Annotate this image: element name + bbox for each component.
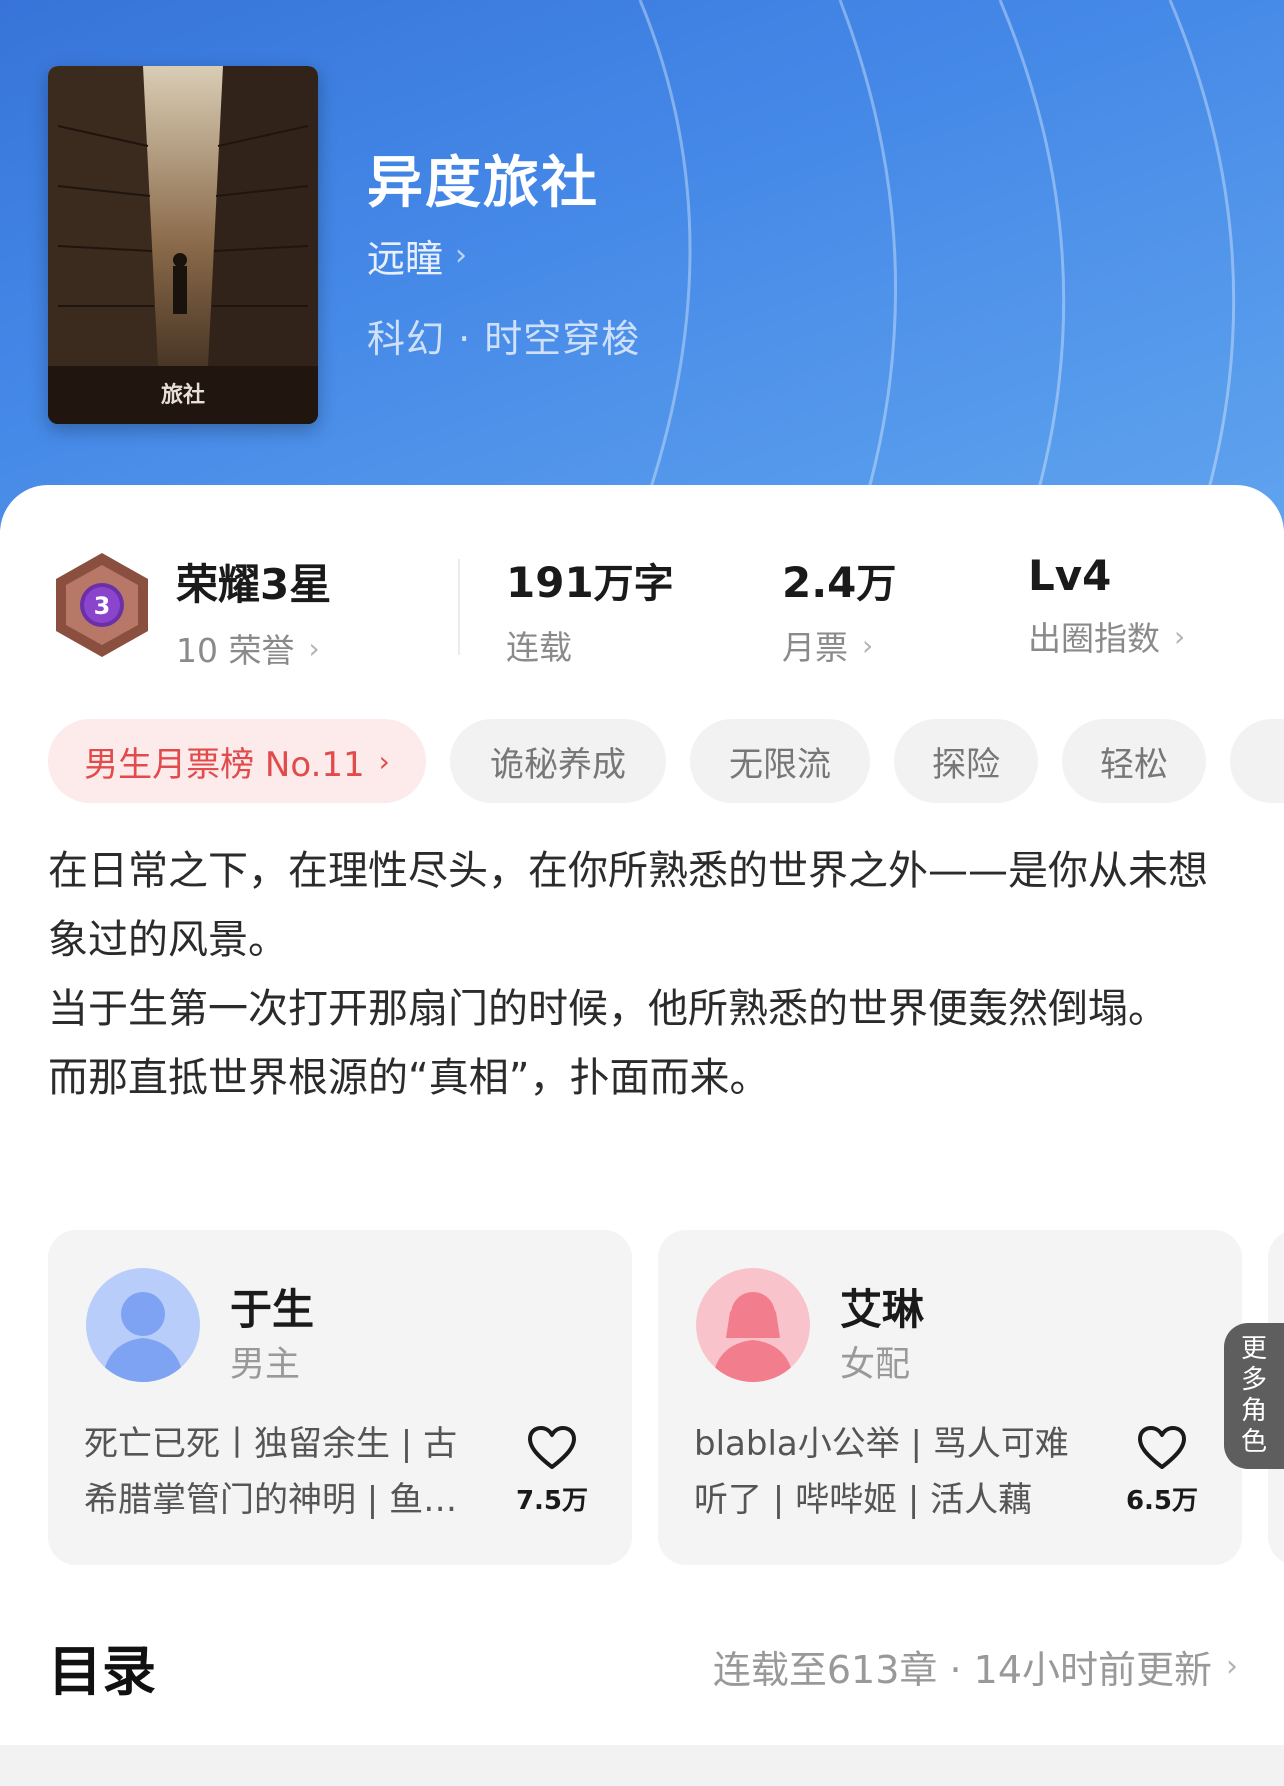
honor-badge-icon: 3 <box>56 553 148 657</box>
word-count-stat: 191万字 连载 <box>506 551 674 669</box>
synopsis-paragraph: 在日常之下，在理性尽头，在你所熟悉的世界之外——是你从未想象过的风景。 <box>48 848 1208 963</box>
divider <box>458 559 460 655</box>
more-roles-button[interactable]: 更 多 角 色 <box>1224 1323 1284 1469</box>
chevron-right-icon: › <box>455 237 468 273</box>
section-separator <box>0 1745 1284 1786</box>
role-type: 男主 <box>230 1345 301 1385</box>
book-cover[interactable]: 旅社 <box>48 66 318 424</box>
role-description: blabla小公举 | 骂人可难听了 | 哔哔姬 | 活人藕 <box>694 1424 1069 1520</box>
synopsis-paragraph: 当于生第一次打开那扇门的时候，他所熟悉的世界便轰然倒塌。 <box>48 986 1168 1032</box>
stats-row: 3 荣耀3星 10 荣誉 › 191万字 连载 2.4万 月票 › Lv4 出圈… <box>0 545 1284 670</box>
role-description: 死亡已死丨独留余生 | 古希腊掌管门的神明 | 鱼生 | 打工人 <box>84 1424 480 1520</box>
monthly-ticket-label: 月票 <box>782 628 848 667</box>
rank-tag-label: 男生月票榜 No.11 <box>84 744 365 785</box>
circle-index-label: 出圈指数 <box>1028 619 1160 658</box>
honor-stat[interactable]: 荣耀3星 10 荣誉 › <box>176 551 331 672</box>
like-button[interactable]: 6.5万 <box>1122 1426 1202 1517</box>
toc-update-info: 连载至613章 · 14小时前更新 <box>712 1648 1212 1692</box>
role-card[interactable]: 艾琳 女配 blabla小公举 | 骂人可难听了 | 哔哔姬 | 活人藕 6.5… <box>658 1230 1242 1565</box>
honor-count: 10 荣誉 <box>176 631 295 670</box>
book-header: 旅社 异度旅社 远瞳 › 科幻 · 时空穿梭 <box>0 0 1284 530</box>
role-type: 女配 <box>840 1345 911 1385</box>
heart-icon <box>1138 1426 1186 1469</box>
tag-item-partial[interactable] <box>1230 719 1284 803</box>
rank-tag[interactable]: 男生月票榜 No.11 › <box>48 719 426 803</box>
like-count: 6.5万 <box>1125 1486 1199 1516</box>
avatar <box>696 1268 810 1382</box>
toc-title: 目录 <box>48 1640 156 1703</box>
like-button[interactable]: 7.5万 <box>512 1426 592 1517</box>
monthly-ticket-value: 2.4 <box>782 558 857 607</box>
author-link[interactable]: 远瞳 › <box>367 230 468 281</box>
serial-status: 连载 <box>506 628 572 667</box>
chevron-right-icon: › <box>308 631 320 665</box>
circle-index-stat[interactable]: Lv4 出圈指数 › <box>1028 551 1185 660</box>
book-detail-card: 3 荣耀3星 10 荣誉 › 191万字 连载 2.4万 月票 › Lv4 出圈… <box>0 485 1284 1786</box>
monthly-ticket-stat[interactable]: 2.4万 月票 › <box>782 551 896 669</box>
cover-caption: 旅社 <box>161 382 205 408</box>
word-count-unit: 万字 <box>593 561 674 607</box>
more-roles-label: 角 <box>1240 1396 1267 1426</box>
role-card[interactable]: 于生 男主 死亡已死丨独留余生 | 古希腊掌管门的神明 | 鱼生 | 打工人 7… <box>48 1230 632 1565</box>
more-roles-label: 多 <box>1240 1365 1267 1395</box>
book-title: 异度旅社 <box>367 151 599 216</box>
synopsis-paragraph: 而那直抵世界根源的“真相”，扑面而来。 <box>48 1055 770 1101</box>
badge-number: 3 <box>94 592 111 620</box>
circle-index-value: Lv4 <box>1028 551 1112 600</box>
chevron-right-icon: › <box>1226 1649 1238 1684</box>
monthly-ticket-unit: 万 <box>856 561 897 607</box>
word-count-value: 191 <box>506 558 594 607</box>
tag-item[interactable]: 探险 <box>894 719 1038 803</box>
tag-item[interactable]: 轻松 <box>1062 719 1206 803</box>
heart-icon <box>528 1426 576 1469</box>
chevron-right-icon: › <box>378 744 390 778</box>
role-list: 于生 男主 死亡已死丨独留余生 | 古希腊掌管门的神明 | 鱼生 | 打工人 7… <box>48 1230 1284 1570</box>
like-count: 7.5万 <box>515 1486 589 1516</box>
avatar <box>86 1268 200 1382</box>
table-of-contents-row[interactable]: 目录 连载至613章 · 14小时前更新 › <box>48 1625 1238 1705</box>
role-name: 于生 <box>230 1285 315 1334</box>
tag-item[interactable]: 诡秘养成 <box>450 719 666 803</box>
more-roles-label: 色 <box>1240 1427 1267 1457</box>
author-name: 远瞳 <box>367 236 444 281</box>
role-name: 艾琳 <box>840 1285 925 1334</box>
chevron-right-icon: › <box>1174 619 1186 653</box>
tag-item[interactable]: 无限流 <box>690 719 870 803</box>
tag-list: 男生月票榜 No.11 › 诡秘养成 无限流 探险 轻松 <box>48 719 1284 803</box>
book-synopsis[interactable]: 在日常之下，在理性尽头，在你所熟悉的世界之外——是你从未想象过的风景。 当于生第… <box>48 837 1228 1113</box>
chevron-right-icon: › <box>862 628 874 662</box>
book-genre: 科幻 · 时空穿梭 <box>367 317 641 361</box>
honor-title: 荣耀3星 <box>176 560 332 609</box>
more-roles-label: 更 <box>1240 1334 1267 1364</box>
